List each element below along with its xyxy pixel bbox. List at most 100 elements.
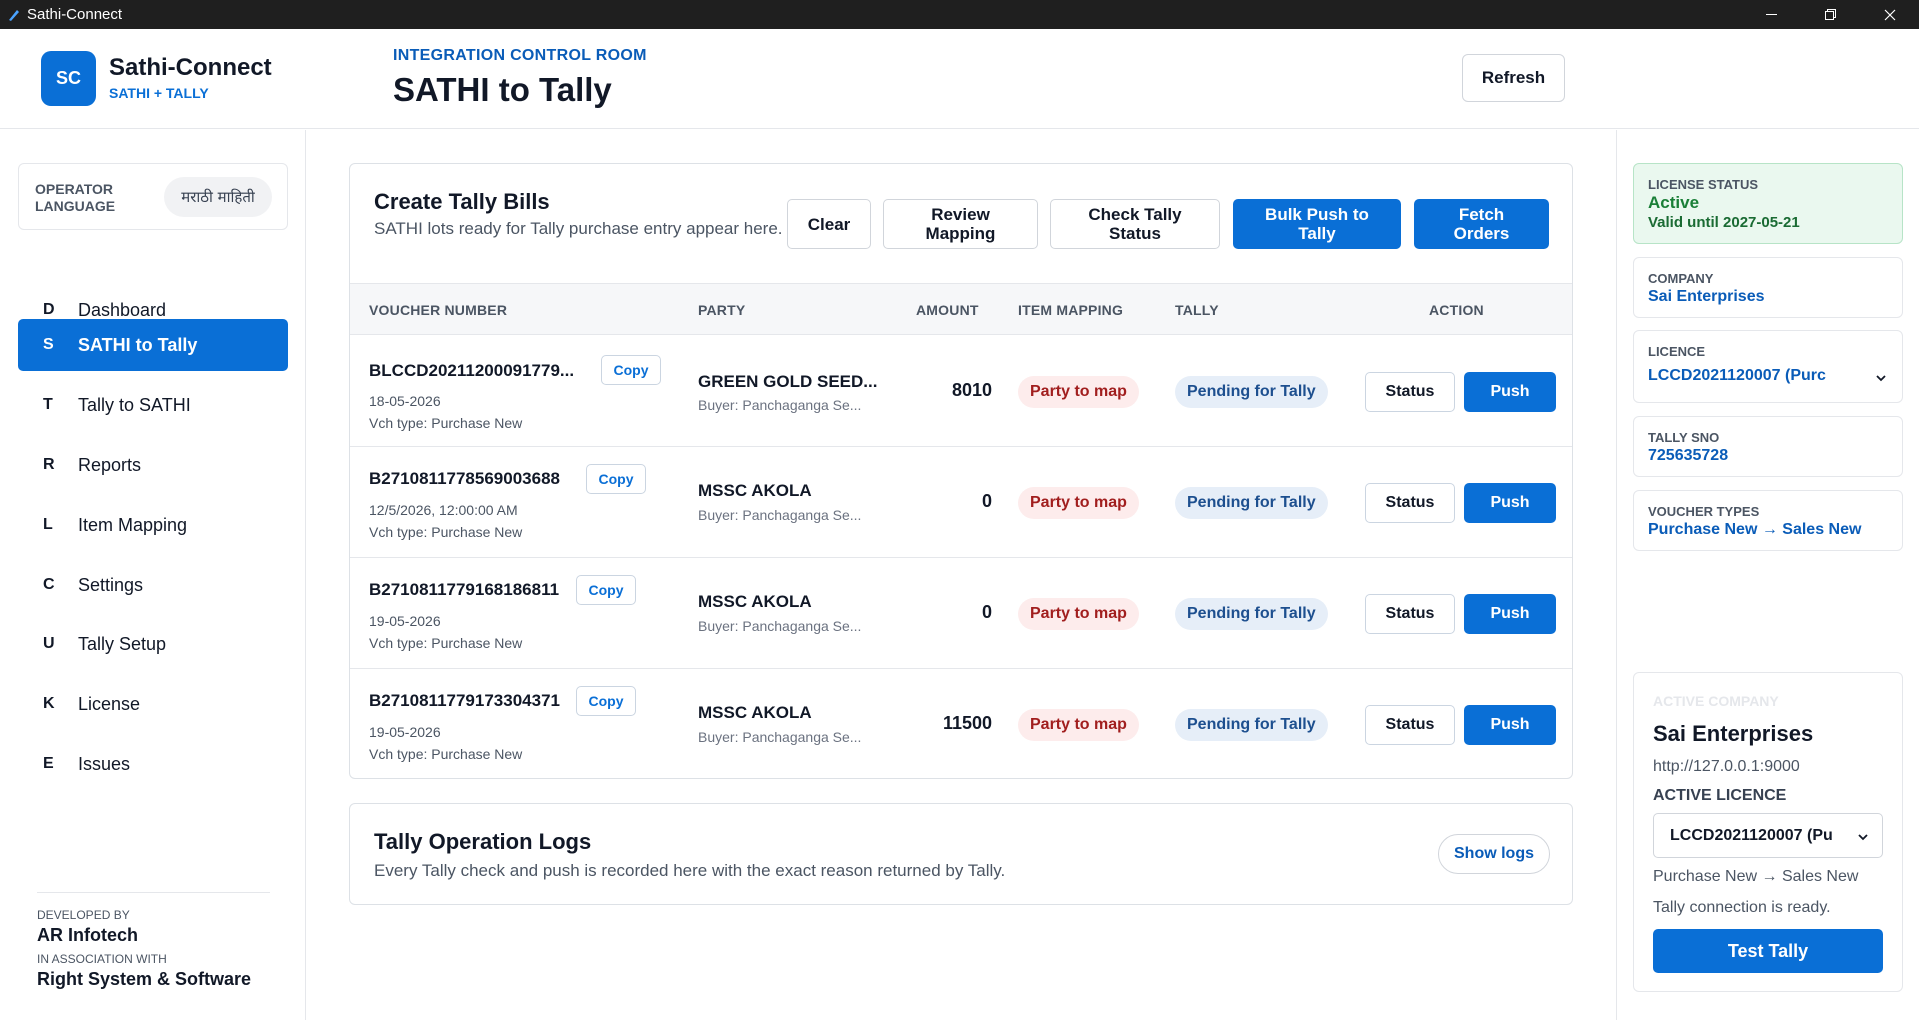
page-eyebrow: INTEGRATION CONTROL ROOM xyxy=(393,47,647,64)
restore-icon xyxy=(1825,9,1836,20)
status-button[interactable]: Status xyxy=(1365,483,1455,523)
test-tally-button[interactable]: Test Tally xyxy=(1653,929,1883,973)
sidebar-item-sathi-to-tally[interactable]: S SATHI to Tally xyxy=(18,319,288,371)
copy-button[interactable]: Copy xyxy=(576,686,636,716)
item-mapping-badge: Party to map xyxy=(1018,598,1139,630)
nav-letter: K xyxy=(43,695,55,712)
column-action: ACTION xyxy=(1429,302,1484,318)
fetch-orders-button[interactable]: Fetch Orders xyxy=(1414,199,1549,249)
party-name: MSSC AKOLA xyxy=(698,592,812,611)
party-name: MSSC AKOLA xyxy=(698,703,812,722)
close-icon xyxy=(1884,9,1895,20)
amount: 0 xyxy=(981,602,992,622)
company-card: COMPANY Sai Enterprises xyxy=(1633,257,1903,318)
refresh-button[interactable]: Refresh xyxy=(1462,54,1565,102)
amount: 8010 xyxy=(951,380,992,400)
copy-button[interactable]: Copy xyxy=(601,355,661,385)
bulk-push-button[interactable]: Bulk Push to Tally xyxy=(1233,199,1401,249)
nav-label: Tally to SATHI xyxy=(78,394,191,415)
developed-by-label: DEVELOPED BY xyxy=(37,908,130,922)
license-valid-until: Valid until 2027-05-21 xyxy=(1648,214,1800,231)
operator-language-label: OPERATOR LANGUAGE xyxy=(35,181,116,214)
nav-label: License xyxy=(78,693,141,714)
active-company-card: ACTIVE COMPANY Sai Enterprises http://12… xyxy=(1633,672,1903,992)
license-status-value: Active xyxy=(1648,193,1700,212)
status-button[interactable]: Status xyxy=(1365,372,1455,412)
nav-label: Item Mapping xyxy=(78,514,188,535)
create-tally-bills-card: Create Tally Bills SATHI lots ready for … xyxy=(349,163,1573,779)
licence-card[interactable]: LICENCE LCCD2021120007 (Purc xyxy=(1633,330,1903,403)
column-party: PARTY xyxy=(698,302,746,318)
tally-operation-logs-card: Tally Operation Logs Every Tally check a… xyxy=(349,803,1573,905)
item-mapping-badge: Party to map xyxy=(1018,376,1139,408)
voucher-date: 19-05-2026 xyxy=(369,613,441,629)
push-button[interactable]: Push xyxy=(1464,594,1556,634)
show-logs-button[interactable]: Show logs xyxy=(1438,834,1550,874)
sidebar-item-issues[interactable]: E Issues xyxy=(18,738,288,790)
maximize-button[interactable] xyxy=(1801,0,1860,29)
language-toggle-button[interactable]: मराठी माहिती xyxy=(164,177,272,217)
status-button[interactable]: Status xyxy=(1365,705,1455,745)
clear-button[interactable]: Clear xyxy=(787,199,871,249)
voucher-types-label: VOUCHER TYPES xyxy=(1648,504,1760,519)
active-company-eyebrow: ACTIVE COMPANY xyxy=(1653,693,1779,709)
app-header: SC Sathi-Connect SATHI + TALLY INTEGRATI… xyxy=(0,29,1919,129)
association-label: IN ASSOCIATION WITH xyxy=(37,952,167,966)
check-tally-status-button[interactable]: Check Tally Status xyxy=(1050,199,1220,249)
party-name: MSSC AKOLA xyxy=(698,481,812,500)
voucher-types-value: Purchase New → Sales New xyxy=(1648,521,1862,538)
active-company-name: Sai Enterprises xyxy=(1653,721,1814,746)
table-row: B2710811778569003688 Copy 12/5/2026, 12:… xyxy=(350,447,1572,558)
sidebar-item-reports[interactable]: R Reports xyxy=(18,439,288,491)
close-button[interactable] xyxy=(1860,0,1919,29)
copy-button[interactable]: Copy xyxy=(586,464,646,494)
license-status-card: LICENSE STATUS Active Valid until 2027-0… xyxy=(1633,163,1903,244)
nav-letter: D xyxy=(43,301,55,318)
brand-subtitle: SATHI + TALLY xyxy=(109,85,209,101)
app-logo: SC xyxy=(41,51,96,106)
buyer-name: Buyer: Panchaganga Se... xyxy=(698,618,862,634)
voucher-number: B2710811779173304371 xyxy=(369,691,560,710)
logs-title: Tally Operation Logs xyxy=(374,829,592,854)
table-row: B2710811779173304371 Copy 19-05-2026 Vch… xyxy=(350,669,1572,780)
voucher-type: Vch type: Purchase New xyxy=(369,746,523,762)
license-status-label: LICENSE STATUS xyxy=(1648,177,1759,192)
push-button[interactable]: Push xyxy=(1464,483,1556,523)
sidebar-divider xyxy=(37,892,270,893)
voucher-date: 19-05-2026 xyxy=(369,724,441,740)
push-button[interactable]: Push xyxy=(1464,705,1556,745)
nav-label: SATHI to Tally xyxy=(78,334,198,355)
tally-sno-card: TALLY SNO 725635728 xyxy=(1633,416,1903,477)
nav-label: Tally Setup xyxy=(78,633,167,654)
sidebar-item-tally-setup[interactable]: U Tally Setup xyxy=(18,618,288,670)
column-voucher: VOUCHER NUMBER xyxy=(369,302,508,318)
active-company-url: http://127.0.0.1:9000 xyxy=(1653,758,1800,775)
sidebar-item-license[interactable]: K License xyxy=(18,678,288,730)
nav-letter: U xyxy=(43,635,55,652)
voucher-date: 12/5/2026, 12:00:00 AM xyxy=(369,502,518,518)
voucher-types-card: VOUCHER TYPES Purchase New → Sales New xyxy=(1633,490,1903,551)
licence-select[interactable]: LCCD2021120007 (Purc xyxy=(1642,367,1894,385)
window-titlebar: Sathi-Connect xyxy=(0,0,1919,29)
minimize-button[interactable] xyxy=(1742,0,1801,29)
item-mapping-badge: Party to map xyxy=(1018,487,1139,519)
sidebar-item-tally-to-sathi[interactable]: T Tally to SATHI xyxy=(18,379,288,431)
voucher-type: Vch type: Purchase New xyxy=(369,635,523,651)
copy-button[interactable]: Copy xyxy=(576,575,636,605)
nav-letter: T xyxy=(43,396,53,413)
review-mapping-button[interactable]: Review Mapping xyxy=(883,199,1038,249)
column-item-mapping: ITEM MAPPING xyxy=(1018,302,1124,318)
partner-name: Right System & Software xyxy=(37,969,252,989)
nav-label: Reports xyxy=(78,454,142,475)
nav-letter: S xyxy=(43,336,54,353)
active-licence-select[interactable]: LCCD2021120007 (Pu xyxy=(1653,813,1883,858)
sidebar-item-item-mapping[interactable]: L Item Mapping xyxy=(18,499,288,551)
push-button[interactable]: Push xyxy=(1464,372,1556,412)
active-licence-value: LCCD2021120007 (Pu xyxy=(1670,827,1833,844)
status-button[interactable]: Status xyxy=(1365,594,1455,634)
tally-status-badge: Pending for Tally xyxy=(1175,487,1328,519)
page-title: SATHI to Tally xyxy=(393,71,612,108)
sidebar-item-settings[interactable]: C Settings xyxy=(18,559,288,611)
minimize-icon xyxy=(1766,14,1777,15)
table-row: B2710811779168186811 Copy 19-05-2026 Vch… xyxy=(350,558,1572,669)
